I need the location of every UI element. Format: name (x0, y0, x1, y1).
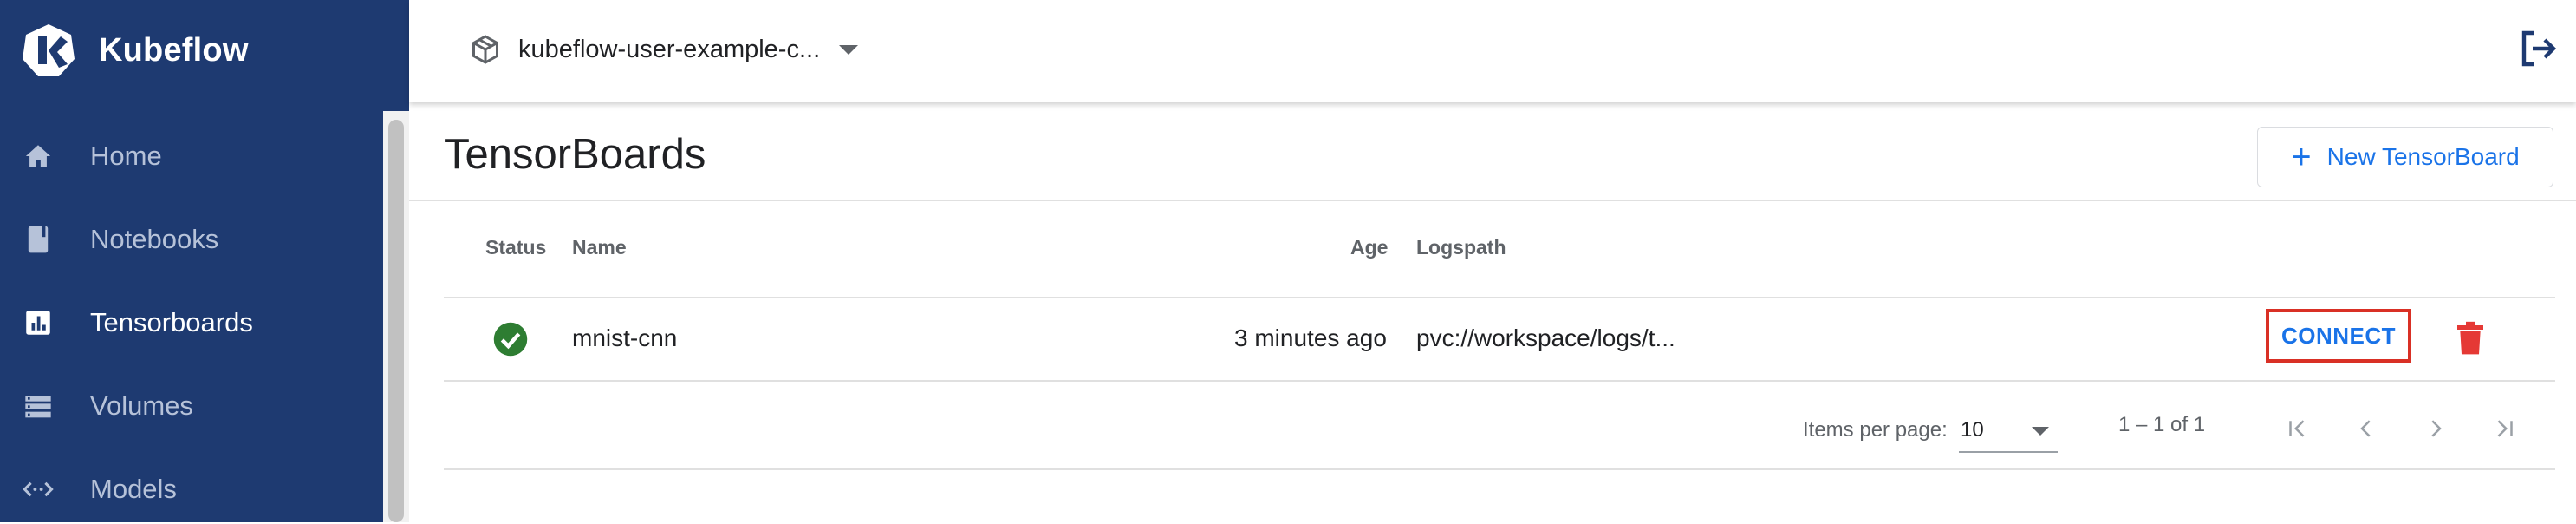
column-header-name[interactable]: Name (572, 236, 627, 259)
divider (444, 380, 2555, 382)
last-page-button[interactable] (2481, 404, 2529, 453)
connect-button[interactable]: CONNECT (2266, 309, 2411, 363)
namespace-selector[interactable]: kubeflow-user-example-c... (470, 26, 859, 73)
column-header-status[interactable]: Status (485, 236, 546, 259)
sidebar: Kubeflow Home Notebooks Tensorboards Vol… (0, 0, 409, 522)
top-bar: kubeflow-user-example-c... (409, 0, 2576, 102)
bar-chart-icon (23, 307, 54, 338)
namespace-label: kubeflow-user-example-c... (518, 35, 821, 63)
first-page-button[interactable] (2273, 404, 2321, 453)
chevron-left-icon (2360, 420, 2371, 437)
sidebar-item-label: Models (90, 474, 177, 504)
page-title: TensorBoards (444, 131, 706, 178)
logout-icon[interactable] (2517, 28, 2559, 69)
sidebar-item-home[interactable]: Home (0, 121, 381, 191)
divider (409, 200, 2576, 201)
sidebar-item-label: Volumes (90, 390, 193, 421)
divider (444, 297, 2555, 298)
new-tensorboard-label: New TensorBoard (2326, 143, 2520, 170)
code-arrows-icon (23, 474, 54, 505)
items-per-page-select[interactable]: 10 (1959, 406, 2058, 453)
sidebar-item-label: Home (90, 141, 162, 171)
sidebar-scrollbar[interactable] (383, 111, 409, 522)
notebook-icon (23, 224, 54, 255)
previous-page-button[interactable] (2342, 404, 2391, 453)
column-header-age[interactable]: Age (1350, 236, 1388, 259)
row-age: 3 minutes ago (1234, 324, 1387, 351)
sidebar-item-tensorboards[interactable]: Tensorboards (0, 288, 381, 357)
plus-icon: + (2291, 138, 2312, 176)
chevron-right-icon (2431, 420, 2442, 437)
next-page-button[interactable] (2411, 404, 2460, 453)
sidebar-item-notebooks[interactable]: Notebooks (0, 205, 381, 274)
trash-icon[interactable] (2455, 321, 2486, 356)
chevron-down-icon (839, 44, 859, 55)
sidebar-scrollbar-thumb[interactable] (388, 120, 404, 522)
sidebar-item-label: Tensorboards (90, 307, 253, 337)
row-logspath: pvc://workspace/logs/t... (1416, 324, 1675, 351)
last-page-icon (2497, 420, 2513, 437)
kubeflow-logo-icon (23, 24, 75, 76)
chevron-down-icon (2032, 427, 2049, 436)
first-page-icon (2289, 420, 2305, 437)
sidebar-item-label: Notebooks (90, 224, 219, 254)
cube-icon (472, 35, 498, 64)
home-icon (23, 141, 54, 172)
sidebar-item-volumes[interactable]: Volumes (0, 371, 381, 441)
column-header-logspath[interactable]: Logspath (1416, 236, 1506, 259)
new-tensorboard-button[interactable]: + New TensorBoard (2257, 127, 2553, 187)
divider (444, 468, 2555, 470)
row-name: mnist-cnn (572, 324, 678, 351)
items-per-page-label: Items per page: (1803, 418, 1948, 442)
items-per-page-value: 10 (1961, 418, 1984, 442)
sidebar-item-models[interactable]: Models (0, 455, 381, 524)
pagination-range: 1 – 1 of 1 (2118, 413, 2206, 436)
check-circle-icon (493, 322, 528, 357)
brand[interactable]: Kubeflow (21, 21, 249, 80)
app-name: Kubeflow (99, 31, 249, 69)
storage-icon (23, 390, 54, 422)
main-content: TensorBoards + New TensorBoard Status Na… (409, 102, 2576, 522)
